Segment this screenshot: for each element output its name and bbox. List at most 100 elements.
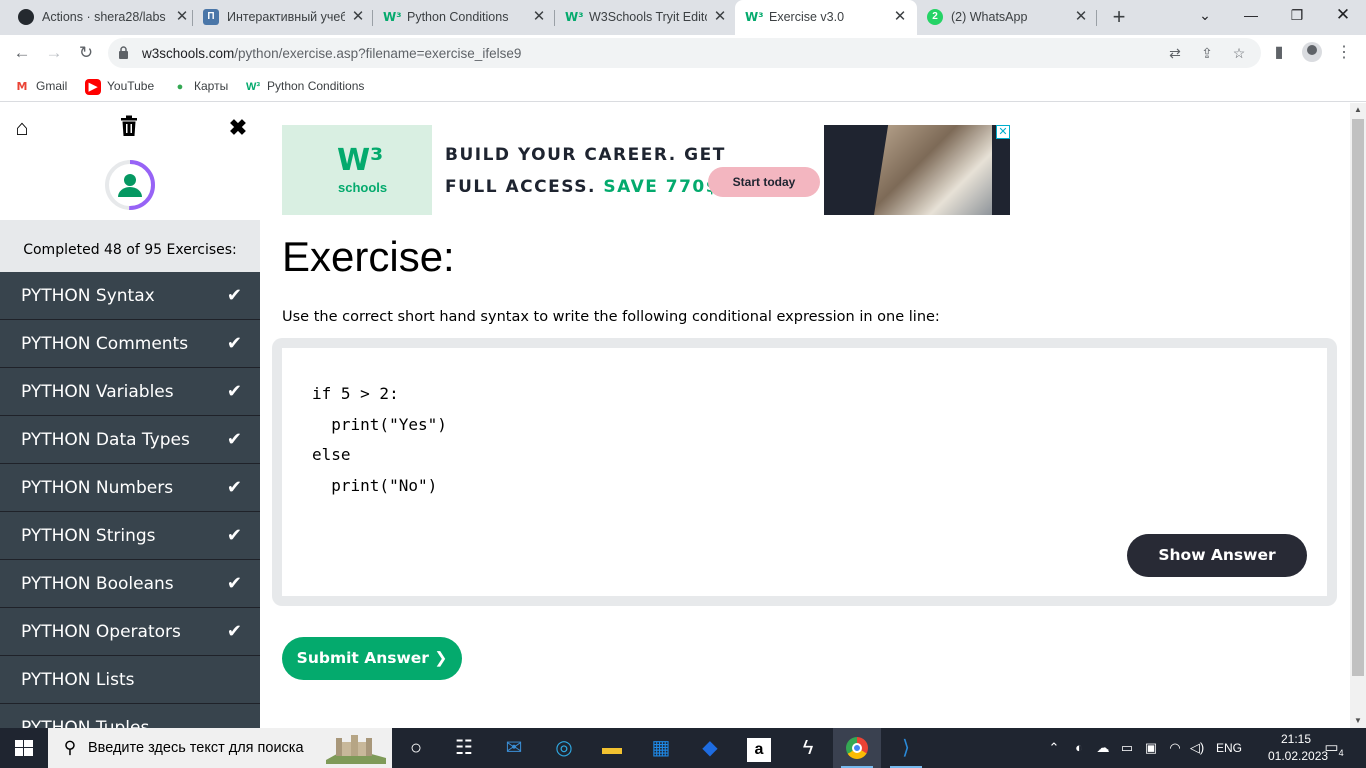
webcam-icon[interactable]: ◐ [1070, 728, 1088, 768]
bookmark-maps[interactable]: ● Карты [172, 77, 229, 95]
tab-whatsapp[interactable]: 2 (2) WhatsApp ✕ [917, 0, 1097, 35]
close-icon[interactable]: ✕ [1071, 7, 1091, 27]
sidebar-item-lists[interactable]: PYTHON Lists [0, 656, 260, 704]
widgets-icon[interactable]: ☷ [440, 728, 488, 768]
sidebar-item-operators[interactable]: PYTHON Operators ✔ [0, 608, 260, 656]
close-icon[interactable]: ✖ [225, 115, 251, 141]
checkmark-icon: ✔ [226, 621, 242, 642]
back-button[interactable]: ← [9, 40, 35, 66]
scroll-down-arrow-icon[interactable]: ▼ [1350, 714, 1366, 728]
close-icon[interactable]: ✕ [710, 7, 730, 27]
reload-button[interactable]: ↻ [73, 40, 99, 66]
close-icon[interactable]: ✕ [348, 7, 368, 27]
show-answer-button[interactable]: Show Answer [1127, 534, 1307, 577]
advertisement-banner[interactable]: W³ schools BUILD YOUR CAREER. GET FULL A… [282, 125, 1010, 215]
trash-icon[interactable] [119, 115, 139, 137]
vscode-icon[interactable]: ⟩ [882, 728, 930, 768]
page-title: Exercise: [282, 233, 455, 280]
sidebar-item-strings[interactable]: PYTHON Strings ✔ [0, 512, 260, 560]
code-line: if 5 > 2: [312, 384, 399, 403]
tab-github-actions[interactable]: Actions · shera28/labs ✕ [8, 0, 193, 35]
checkmark-icon: ✔ [226, 477, 242, 498]
tab-title: Интерактивный учеб [227, 10, 345, 24]
sidebar-item-variables[interactable]: PYTHON Variables ✔ [0, 368, 260, 416]
volume-icon[interactable]: ◁) [1188, 728, 1206, 768]
forward-button[interactable]: → [41, 40, 67, 66]
tab-interactive-textbook[interactable]: П Интерактивный учеб ✕ [193, 0, 373, 35]
progress-ring-avatar [105, 160, 155, 210]
code-line: print("No") [312, 476, 438, 495]
sidebar-item-tuples[interactable]: PYTHON Tuples [0, 704, 260, 728]
clock[interactable]: 21:15 01.02.2023 [1268, 731, 1328, 765]
tab-python-conditions[interactable]: W³ Python Conditions ✕ [373, 0, 555, 35]
ad-close-icon[interactable]: ✕ [996, 125, 1010, 139]
sidebar-item-label: PYTHON Syntax [21, 286, 155, 306]
app-lightning-icon[interactable]: ϟ [784, 728, 832, 768]
tray-overflow-icon[interactable]: ⌃ [1046, 728, 1062, 768]
close-icon[interactable]: ✕ [890, 7, 910, 27]
github-icon [18, 9, 34, 25]
close-icon[interactable]: ✕ [529, 7, 549, 27]
submit-answer-button[interactable]: Submit Answer ❯ [282, 637, 462, 680]
bookmark-python-conditions[interactable]: W³ Python Conditions [245, 77, 364, 95]
tab-search-chevron-icon[interactable]: ⌄ [1182, 0, 1228, 32]
amazon-icon[interactable]: a [735, 728, 783, 768]
checkmark-icon: ✔ [226, 525, 242, 546]
gmail-icon: M [16, 79, 28, 93]
sidebar-item-label: PYTHON Strings [21, 526, 156, 546]
menu-kebab-icon[interactable]: ⋮ [1334, 43, 1354, 63]
minimize-button[interactable]: — [1228, 0, 1274, 32]
notification-center-icon[interactable]: ▭4 [1322, 738, 1346, 758]
bookmark-star-icon[interactable]: ☆ [1230, 44, 1248, 62]
store-icon[interactable]: ▦ [637, 728, 685, 768]
close-window-button[interactable]: ✕ [1320, 0, 1366, 32]
page-scrollbar[interactable]: ▲ ▼ [1350, 103, 1366, 728]
chrome-icon[interactable] [833, 728, 881, 768]
exercise-sidebar: ⌂ ✖ Completed 48 of 95 Exercises: PYTHON… [0, 103, 260, 728]
profile-avatar[interactable] [1302, 42, 1322, 62]
sidebar-item-numbers[interactable]: PYTHON Numbers ✔ [0, 464, 260, 512]
restore-button[interactable]: ❐ [1274, 0, 1320, 32]
dropbox-icon[interactable]: ◆ [686, 728, 734, 768]
display-icon[interactable]: ▣ [1142, 728, 1160, 768]
cloud-icon[interactable]: ☁ [1094, 728, 1112, 768]
side-panel-icon[interactable]: ▮ [1269, 43, 1289, 63]
mail-icon[interactable]: ✉ [490, 728, 538, 768]
translate-icon[interactable]: ⇄ [1166, 44, 1184, 62]
sidebar-item-syntax[interactable]: PYTHON Syntax ✔ [0, 272, 260, 320]
scroll-up-arrow-icon[interactable]: ▲ [1350, 103, 1366, 117]
share-icon[interactable]: ⇪ [1198, 44, 1216, 62]
sidebar-item-label: PYTHON Comments [21, 334, 189, 354]
ad-start-today-button[interactable]: Start today [708, 167, 820, 197]
bookmark-gmail[interactable]: M Gmail [14, 77, 68, 95]
close-icon[interactable]: ✕ [172, 7, 192, 27]
edge-icon[interactable]: ◎ [540, 728, 588, 768]
new-tab-button[interactable]: + [1107, 5, 1131, 29]
scrollbar-thumb[interactable] [1352, 119, 1364, 676]
address-bar[interactable]: w3schools.com/python/exercise.asp?filena… [108, 38, 1261, 68]
checkmark-icon: ✔ [226, 429, 242, 450]
sidebar-item-data-types[interactable]: PYTHON Data Types ✔ [0, 416, 260, 464]
home-icon[interactable]: ⌂ [9, 115, 35, 141]
tab-tryit-editor[interactable]: W³ W3Schools Tryit Editor ✕ [555, 0, 735, 35]
windows-taskbar: ⚲ Введите здесь текст для поиска ○ ☷ ✉ ◎… [0, 728, 1366, 768]
file-explorer-icon[interactable]: ▬ [588, 728, 636, 768]
sidebar-item-comments[interactable]: PYTHON Comments ✔ [0, 320, 260, 368]
task-view-icon[interactable]: ○ [392, 728, 440, 768]
sidebar-item-booleans[interactable]: PYTHON Booleans ✔ [0, 560, 260, 608]
tab-title: Exercise v3.0 [769, 10, 845, 24]
tab-divider [1096, 10, 1097, 26]
main-content: W³ schools BUILD YOUR CAREER. GET FULL A… [260, 103, 1350, 728]
bookmark-youtube[interactable]: ▶ YouTube [85, 77, 154, 95]
taskbar-search[interactable]: ⚲ Введите здесь текст для поиска [48, 728, 392, 768]
language-indicator[interactable]: ENG [1212, 728, 1246, 768]
checkmark-icon: ✔ [226, 573, 242, 594]
notification-count: 4 [1338, 748, 1344, 758]
battery-icon[interactable]: ▭ [1118, 728, 1136, 768]
bookmarks-bar: M Gmail ▶ YouTube ● Карты W³ Python Conditio… [0, 70, 1366, 102]
windows-start-icon[interactable] [0, 728, 48, 768]
tab-title: W3Schools Tryit Editor [589, 10, 707, 24]
wifi-icon[interactable]: ◠ [1166, 728, 1184, 768]
checkmark-icon: ✔ [226, 381, 242, 402]
tab-exercise-active[interactable]: W³ Exercise v3.0 ✕ [735, 0, 917, 35]
